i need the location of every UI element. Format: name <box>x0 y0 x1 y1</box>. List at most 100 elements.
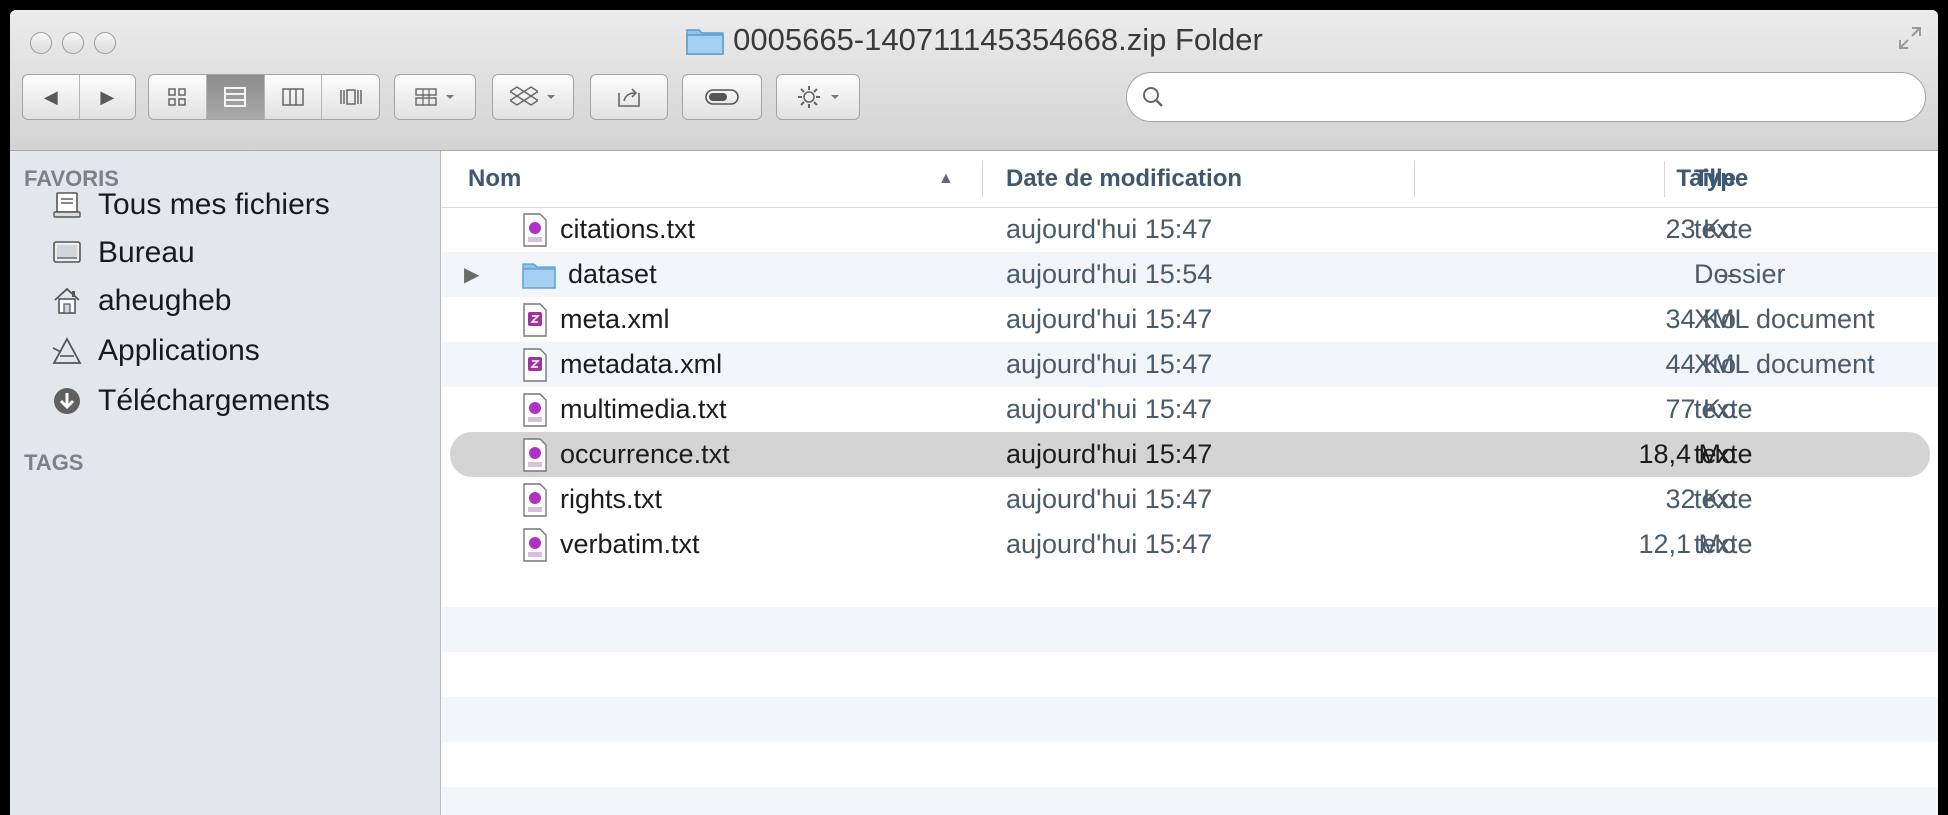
empty-row-stripe <box>442 607 1938 652</box>
file-row[interactable]: ▶ dataset aujourd'hui 15:54 -- Dossier <box>442 252 1938 297</box>
file-row[interactable]: multimedia.txt aujourd'hui 15:47 77 Ko t… <box>442 387 1938 432</box>
column-header-date[interactable]: Date de modification <box>1006 151 1406 207</box>
file-name-cell: multimedia.txt <box>522 387 727 432</box>
file-row[interactable]: verbatim.txt aujourd'hui 15:47 12,1 Mo t… <box>442 522 1938 567</box>
file-size: 12,1 Mo <box>1638 529 1736 559</box>
dropbox-button-content <box>493 75 573 119</box>
column-view-button[interactable] <box>265 75 323 119</box>
column-header-type[interactable]: Type <box>1694 151 1894 207</box>
column-divider[interactable] <box>1414 161 1415 197</box>
file-name-cell: rights.txt <box>522 477 662 522</box>
coverflow-view-button[interactable] <box>322 75 379 119</box>
share-button[interactable] <box>590 74 668 120</box>
text-file-icon <box>523 527 547 562</box>
file-name: multimedia.txt <box>560 394 727 424</box>
disclosure-triangle-icon[interactable]: ▶ <box>464 252 479 297</box>
arrange-button[interactable] <box>394 74 476 120</box>
fullscreen-icon[interactable] <box>1898 26 1922 50</box>
file-row[interactable]: metadata.xml aujourd'hui 15:47 44 Ko XML… <box>442 342 1938 387</box>
window-title-bar: 0005665-140711145354668.zip Folder <box>10 22 1938 58</box>
file-size: 23 Ko <box>1665 214 1736 244</box>
forward-button[interactable]: ▶ <box>80 75 136 119</box>
dropbox-icon <box>510 86 538 106</box>
file-name-cell: dataset <box>522 252 657 297</box>
downloads-icon <box>50 384 84 418</box>
arrange-grid-icon <box>415 88 437 106</box>
empty-row <box>442 567 1938 601</box>
folder-icon <box>686 29 724 55</box>
file-date: aujourd'hui 15:47 <box>1006 214 1213 244</box>
file-name-cell: meta.xml <box>522 297 670 342</box>
file-date: aujourd'hui 15:47 <box>1006 349 1213 379</box>
file-name-cell: citations.txt <box>522 207 695 252</box>
sidebar-item-label: Applications <box>98 334 260 367</box>
file-date: aujourd'hui 15:47 <box>1006 484 1213 514</box>
file-type: texte <box>1694 394 1753 424</box>
sidebar-item-label: Téléchargements <box>98 384 330 417</box>
file-name: rights.txt <box>560 484 663 514</box>
dropbox-button[interactable] <box>492 74 574 120</box>
file-type: texte <box>1694 439 1753 469</box>
file-row[interactable]: rights.txt aujourd'hui 15:47 32 Ko texte <box>442 477 1938 522</box>
back-button[interactable]: ◀ <box>23 75 80 119</box>
file-name-cell: metadata.xml <box>522 342 722 387</box>
file-date: aujourd'hui 15:47 <box>1006 529 1213 559</box>
column-header-name[interactable]: Nom <box>468 151 858 207</box>
file-type: texte <box>1694 214 1753 244</box>
file-row[interactable]: meta.xml aujourd'hui 15:47 34 Ko XML doc… <box>442 297 1938 342</box>
forward-arrow-icon: ▶ <box>100 86 115 107</box>
window-title: 0005665-140711145354668.zip Folder <box>733 22 1263 57</box>
column-header-size[interactable]: Taille <box>1422 151 1736 207</box>
tags-heading: TAGS <box>24 450 84 475</box>
search-input[interactable] <box>1165 82 1925 112</box>
search-field[interactable] <box>1126 72 1926 122</box>
file-rows: citations.txt aujourd'hui 15:47 23 Ko te… <box>442 207 1938 815</box>
all-files-icon <box>50 188 84 222</box>
file-row-selected[interactable]: occurrence.txt aujourd'hui 15:47 18,4 Mo… <box>450 432 1930 477</box>
action-button[interactable] <box>776 74 860 120</box>
action-button-content <box>777 75 859 119</box>
edit-tags-button-content <box>683 75 761 119</box>
list-view-button[interactable] <box>206 75 265 119</box>
folder-icon <box>522 262 556 289</box>
finder-window: 0005665-140711145354668.zip Folder ◀ ▶ F… <box>10 10 1938 815</box>
column-divider[interactable] <box>1664 161 1665 197</box>
file-date: aujourd'hui 15:47 <box>1006 439 1213 469</box>
sidebar-item-applications[interactable]: Applications <box>50 327 260 375</box>
file-list: Nom ▲ Date de modification Taille Type c… <box>442 151 1938 815</box>
icon-view-icon <box>168 88 187 106</box>
file-name: verbatim.txt <box>560 529 700 559</box>
file-name: citations.txt <box>560 214 696 244</box>
file-row[interactable]: citations.txt aujourd'hui 15:47 23 Ko te… <box>442 207 1938 252</box>
view-mode-group <box>148 74 380 120</box>
file-type: XML document <box>1694 304 1875 334</box>
sidebar-item-all-files[interactable]: Tous mes fichiers <box>50 181 330 229</box>
column-header-label: Date de modification <box>1006 165 1243 192</box>
sidebar-item-home[interactable]: aheugheb <box>50 277 231 325</box>
file-name: meta.xml <box>560 304 670 334</box>
sidebar-item-label: Bureau <box>98 236 195 269</box>
file-name-cell: occurrence.txt <box>522 432 730 477</box>
sidebar-item-downloads[interactable]: Téléchargements <box>50 377 330 425</box>
coverflow-view-icon <box>339 89 362 105</box>
column-divider[interactable] <box>982 161 983 197</box>
chevron-down-icon <box>446 95 454 99</box>
arrange-button-content <box>395 75 475 119</box>
column-view-icon <box>282 88 304 106</box>
applications-icon <box>50 334 84 368</box>
xml-file-icon <box>523 347 547 382</box>
tag-icon <box>705 89 739 105</box>
file-size: 77 Ko <box>1665 394 1736 424</box>
share-icon <box>618 88 640 107</box>
file-size: 44 Ko <box>1665 349 1736 379</box>
file-date: aujourd'hui 15:47 <box>1006 394 1213 424</box>
file-type: texte <box>1694 484 1753 514</box>
icon-view-button[interactable] <box>149 75 207 119</box>
sidebar-item-desktop[interactable]: Bureau <box>50 229 195 277</box>
file-type: Dossier <box>1694 259 1786 289</box>
back-forward-group: ◀ ▶ <box>22 74 136 120</box>
text-file-icon <box>523 392 547 427</box>
titlebar: 0005665-140711145354668.zip Folder ◀ ▶ <box>10 10 1938 151</box>
sidebar: FAVORIS Tous mes fichiers Bureau aheughe… <box>10 151 441 815</box>
edit-tags-button[interactable] <box>682 74 762 120</box>
